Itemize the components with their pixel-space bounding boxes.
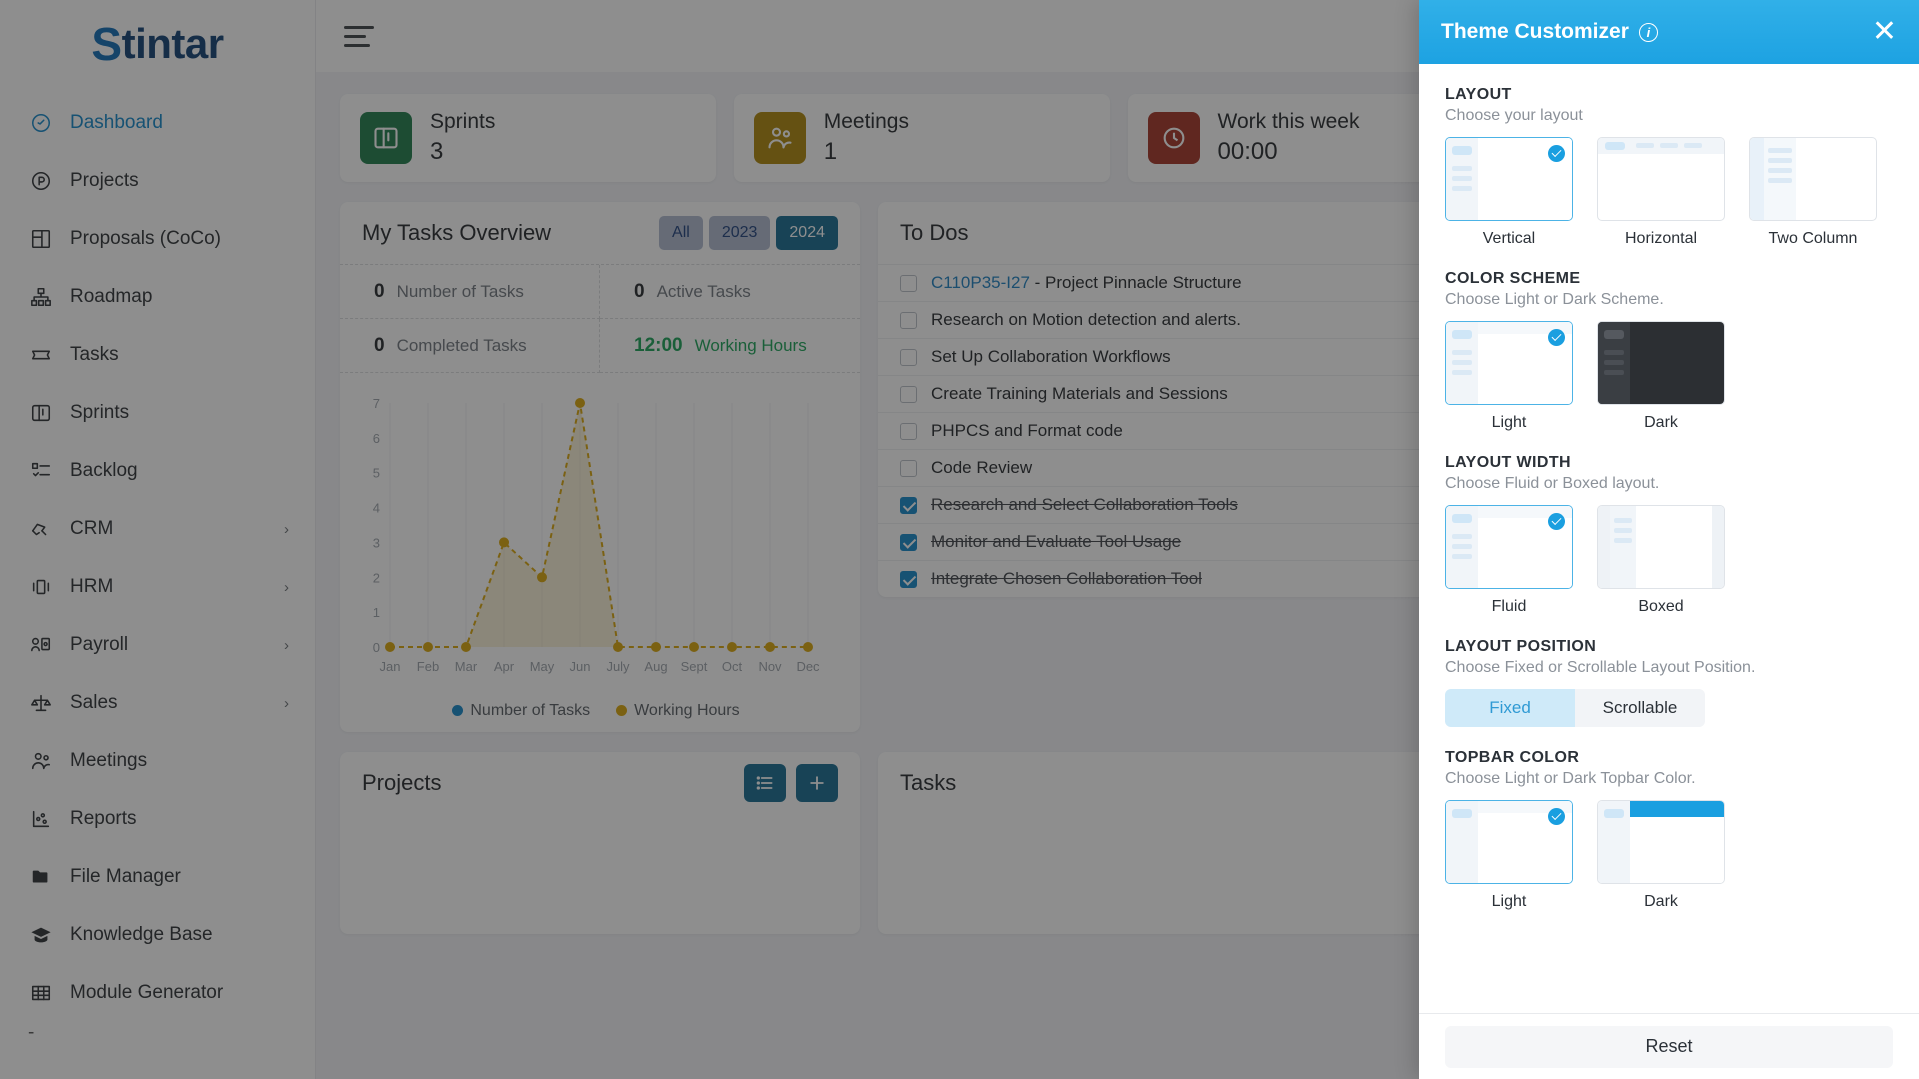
customizer-section-layout: LAYOUT Choose your layout Vertical Horizont…	[1445, 86, 1893, 248]
option-thumbnail	[1445, 137, 1573, 221]
option-thumbnail	[1749, 137, 1877, 221]
option-label: Light	[1491, 414, 1527, 431]
option-thumbnail	[1597, 505, 1725, 589]
option-vertical[interactable]: Vertical	[1445, 137, 1573, 248]
layout-position-fixed[interactable]: Fixed	[1445, 689, 1575, 727]
option-light[interactable]: Light	[1445, 321, 1573, 432]
option-thumbnail	[1445, 800, 1573, 884]
section-heading: COLOR SCHEME	[1445, 270, 1581, 287]
customizer-section-topbar-color: TOPBAR COLOR Choose Light or Dark Topbar …	[1445, 749, 1893, 911]
section-subtitle: Choose Light or Dark Scheme.	[1445, 291, 1664, 308]
option-light[interactable]: Light	[1445, 800, 1573, 911]
customizer-footer: Reset	[1419, 1013, 1919, 1079]
close-icon[interactable]: ✕	[1872, 17, 1897, 47]
section-subtitle: Choose your layout	[1445, 107, 1583, 124]
option-horizontal[interactable]: Horizontal	[1597, 137, 1725, 248]
option-dark[interactable]: Dark	[1597, 800, 1725, 911]
check-icon	[1548, 513, 1565, 530]
option-label: Light	[1491, 893, 1527, 910]
option-label: Dark	[1644, 893, 1678, 910]
option-label: Fluid	[1491, 598, 1527, 615]
layout-position-toggle-group: Fixed Scrollable	[1445, 689, 1705, 727]
option-label: Two Column	[1768, 230, 1858, 247]
option-label: Vertical	[1482, 230, 1536, 247]
option-thumbnail	[1445, 321, 1573, 405]
section-heading: LAYOUT WIDTH	[1445, 454, 1571, 471]
section-heading: LAYOUT	[1445, 86, 1512, 103]
option-label: Boxed	[1638, 598, 1684, 615]
option-boxed[interactable]: Boxed	[1597, 505, 1725, 616]
layout-position-scrollable[interactable]: Scrollable	[1575, 689, 1705, 727]
section-subtitle: Choose Light or Dark Topbar Color.	[1445, 770, 1696, 787]
option-label: Dark	[1644, 414, 1678, 431]
option-thumbnail	[1445, 505, 1573, 589]
customizer-title: Theme Customizer	[1441, 20, 1629, 43]
option-thumbnail	[1597, 800, 1725, 884]
option-thumbnail	[1597, 321, 1725, 405]
option-dark[interactable]: Dark	[1597, 321, 1725, 432]
section-subtitle: Choose Fluid or Boxed layout.	[1445, 475, 1660, 492]
section-heading: TOPBAR COLOR	[1445, 749, 1580, 766]
info-icon[interactable]: i	[1638, 22, 1658, 42]
customizer-section-color-scheme: COLOR SCHEME Choose Light or Dark Scheme.…	[1445, 270, 1893, 432]
customizer-section-layout-width: LAYOUT WIDTH Choose Fluid or Boxed layout…	[1445, 454, 1893, 616]
check-icon	[1548, 329, 1565, 346]
check-icon	[1548, 808, 1565, 825]
reset-button[interactable]: Reset	[1445, 1025, 1893, 1068]
theme-customizer-panel: Theme Customizer i ✕ LAYOUT Choose your l…	[1419, 0, 1919, 1079]
option-label: Horizontal	[1624, 230, 1698, 247]
option-fluid[interactable]: Fluid	[1445, 505, 1573, 616]
customizer-section-layout-position: LAYOUT POSITION Choose Fixed or Scrollabl…	[1445, 638, 1893, 727]
section-heading: LAYOUT POSITION	[1445, 638, 1597, 655]
customizer-body: LAYOUT Choose your layout Vertical Horizont…	[1419, 64, 1919, 1013]
check-icon	[1548, 145, 1565, 162]
option-thumbnail	[1597, 137, 1725, 221]
section-subtitle: Choose Fixed or Scrollable Layout Positi…	[1445, 659, 1756, 676]
option-two-column[interactable]: Two Column	[1749, 137, 1877, 248]
customizer-header: Theme Customizer i ✕	[1419, 0, 1919, 64]
